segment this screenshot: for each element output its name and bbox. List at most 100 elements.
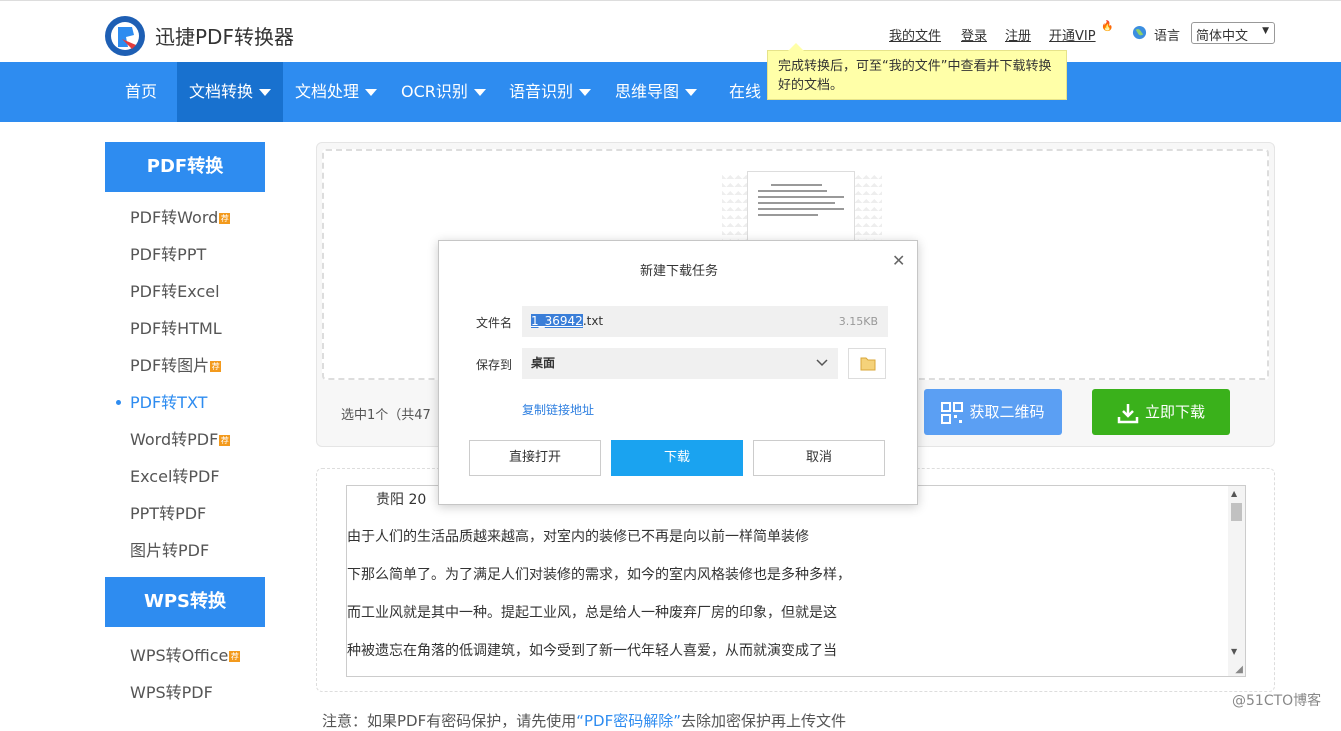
language-label: 语言 <box>1154 29 1181 44</box>
my-files-tooltip: 完成转换后，可至“我的文件”中查看并下载转换好的文档。 <box>767 43 1067 100</box>
sidebar-item-label: PPT转PDF <box>130 504 207 523</box>
sidebar-item[interactable]: WPS转PDF <box>105 674 265 711</box>
sidebar-item[interactable]: PDF转TXT <box>105 384 265 421</box>
get-qrcode-button[interactable]: 获取二维码 <box>924 389 1062 435</box>
sidebar-item-label: PDF转图片 <box>130 356 210 375</box>
scroll-up-icon[interactable]: ▲ <box>1231 489 1237 498</box>
preview-line: 而工业风就是其中一种。提起工业风，总是给人一种废弃厂房的印象，但就是这 <box>347 605 837 621</box>
vip-link[interactable]: 开通VIP <box>1049 25 1096 44</box>
vip-badge-icon: 荐 <box>210 361 222 372</box>
caret-down-icon <box>473 89 486 96</box>
save-location-select[interactable]: 桌面 <box>522 348 838 379</box>
sidebar-item-label: 图片转PDF <box>130 541 210 560</box>
get-qrcode-label: 获取二维码 <box>969 403 1045 421</box>
globe-icon <box>1132 25 1147 40</box>
save-to-label: 保存到 <box>476 358 513 372</box>
password-note: 注意：如果PDF有密码保护，请先使用“PDF密码解除”去除加密保护再上传文件 <box>322 710 846 731</box>
copy-link-address[interactable]: 复制链接地址 <box>522 401 594 418</box>
top-bar: 迅捷PDF转换器 我的文件 登录 注册 开通VIP 🔥 语言 简体中文 ▼ <box>0 0 1341 62</box>
sidebar-item[interactable]: 图片转PDF <box>105 532 265 569</box>
filename-selected: 1_36942 <box>531 314 583 328</box>
sidebar-item-label: PDF转Word <box>130 208 219 227</box>
caret-down-icon <box>685 89 698 96</box>
nav-home-label: 首页 <box>124 82 157 101</box>
folder-icon <box>860 357 876 371</box>
sidebar-item[interactable]: PDF转Excel <box>105 273 265 310</box>
sidebar-item-label: WPS转PDF <box>130 683 213 702</box>
filename-input[interactable]: 1_36942.txt 3.15KB <box>522 306 888 337</box>
file-size: 3.15KB <box>838 315 878 328</box>
sidebar-item[interactable]: Excel转PDF <box>105 458 265 495</box>
open-directly-button[interactable]: 直接打开 <box>469 440 601 476</box>
cancel-button[interactable]: 取消 <box>753 440 885 476</box>
caret-down-icon <box>259 89 272 96</box>
caret-down-icon <box>365 89 378 96</box>
vip-badge-icon: 荐 <box>229 651 241 662</box>
preview-scrollbar[interactable]: ▲ ▼ <box>1228 486 1245 676</box>
text-preview[interactable]: 贵阳 20 由于人们的生活品质越来越高，对室内的装修已不再是向以前一样简单装修 … <box>346 485 1246 677</box>
sidebar-item[interactable]: Word转PDF 荐 <box>105 421 265 458</box>
sidebar-item-label: PDF转PPT <box>130 245 207 264</box>
save-location-value: 桌面 <box>531 356 556 370</box>
language-select[interactable]: 简体中文 ▼ <box>1191 22 1275 44</box>
nav-speech-label: 语音识别 <box>509 82 574 101</box>
logo-icon[interactable] <box>104 15 146 57</box>
browse-folder-button[interactable] <box>848 348 886 379</box>
nav-doc-process[interactable]: 文档处理 <box>295 62 378 122</box>
qrcode-icon <box>941 401 964 424</box>
nav-online[interactable]: 在线 <box>729 62 761 122</box>
sidebar-item[interactable]: PDF转Word 荐 <box>105 199 265 236</box>
nav-doc-convert-label: 文档转换 <box>189 82 254 101</box>
close-icon[interactable]: ✕ <box>892 251 905 270</box>
dropdown-arrow-icon: ▼ <box>1262 26 1269 36</box>
register-link[interactable]: 注册 <box>1005 25 1031 44</box>
brand-name[interactable]: 迅捷PDF转换器 <box>155 21 294 50</box>
download-dialog: 新建下载任务 ✕ 文件名 1_36942.txt 3.15KB 保存到 桌面 复… <box>438 240 918 505</box>
filename-ext: .txt <box>582 314 604 328</box>
scroll-down-icon[interactable]: ▼ <box>1231 647 1237 656</box>
main-nav: 首页 文档转换 文档处理 OCR识别 语音识别 思维导图 在线 <box>0 62 1341 122</box>
sidebar-item[interactable]: PDF转PPT <box>105 236 265 273</box>
flame-icon: 🔥 <box>1101 21 1114 32</box>
login-link[interactable]: 登录 <box>961 25 987 44</box>
note-suffix: 去除加密保护再上传文件 <box>681 712 847 730</box>
sidebar-item-label: PDF转TXT <box>130 393 208 412</box>
nav-mindmap[interactable]: 思维导图 <box>615 62 698 122</box>
scrollbar-thumb[interactable] <box>1231 503 1242 521</box>
preview-line: 贵阳 20 <box>376 492 427 508</box>
sidebar-pdf-list: PDF转Word 荐 PDF转PPT PDF转Excel PDF转HTML PDF转图片荐… <box>105 192 265 577</box>
pdf-password-remove-link[interactable]: “PDF密码解除” <box>576 712 681 730</box>
download-icon <box>1117 403 1139 423</box>
chevron-down-icon <box>816 348 828 379</box>
file-thumbnail[interactable] <box>747 171 855 251</box>
preview-line: 种被遗忘在角落的低调建筑，如今受到了新一代年轻人喜爱，从而就演变成了当 <box>347 643 837 659</box>
watermark: @51CTO博客 <box>1232 693 1322 709</box>
sidebar-header-pdf: PDF转换 <box>105 142 265 192</box>
nav-speech[interactable]: 语音识别 <box>509 62 592 122</box>
note-prefix: 注意：如果PDF有密码保护，请先使用 <box>322 712 577 730</box>
selected-count: 选中1个（共47 <box>341 408 431 423</box>
my-files-link[interactable]: 我的文件 <box>889 25 941 44</box>
sidebar-item-label: PDF转Excel <box>130 282 220 301</box>
sidebar-item[interactable]: WPS转Office 荐 <box>105 637 265 674</box>
nav-ocr[interactable]: OCR识别 <box>401 62 486 122</box>
nav-doc-convert[interactable]: 文档转换 <box>177 62 283 122</box>
language-value: 简体中文 <box>1196 29 1249 44</box>
vip-badge-icon: 荐 <box>219 435 231 446</box>
sidebar-item[interactable]: PDF转图片荐 <box>105 347 265 384</box>
sidebar-item-label: Excel转PDF <box>130 467 220 486</box>
vip-badge-icon: 荐 <box>219 213 231 224</box>
sidebar-wps-list: WPS转Office 荐 WPS转PDF <box>105 627 265 721</box>
preview-line: 下那么简单了。为了满足人们对装修的需求，如今的室内风格装修也是多种多样， <box>347 567 851 583</box>
resize-handle-icon[interactable]: ◢ <box>1235 664 1243 675</box>
filename-label: 文件名 <box>476 316 513 330</box>
sidebar-item[interactable]: PDF转HTML <box>105 310 265 347</box>
nav-mindmap-label: 思维导图 <box>615 82 680 101</box>
download-button[interactable]: 下载 <box>611 440 743 476</box>
preview-line: 由于人们的生活品质越来越高，对室内的装修已不再是向以前一样简单装修 <box>347 529 809 545</box>
download-now-button[interactable]: 立即下载 <box>1092 389 1230 435</box>
sidebar-item-label: PDF转HTML <box>130 319 222 338</box>
nav-online-label: 在线 <box>729 82 762 101</box>
nav-home[interactable]: 首页 <box>105 62 177 122</box>
sidebar-item[interactable]: PPT转PDF <box>105 495 265 532</box>
